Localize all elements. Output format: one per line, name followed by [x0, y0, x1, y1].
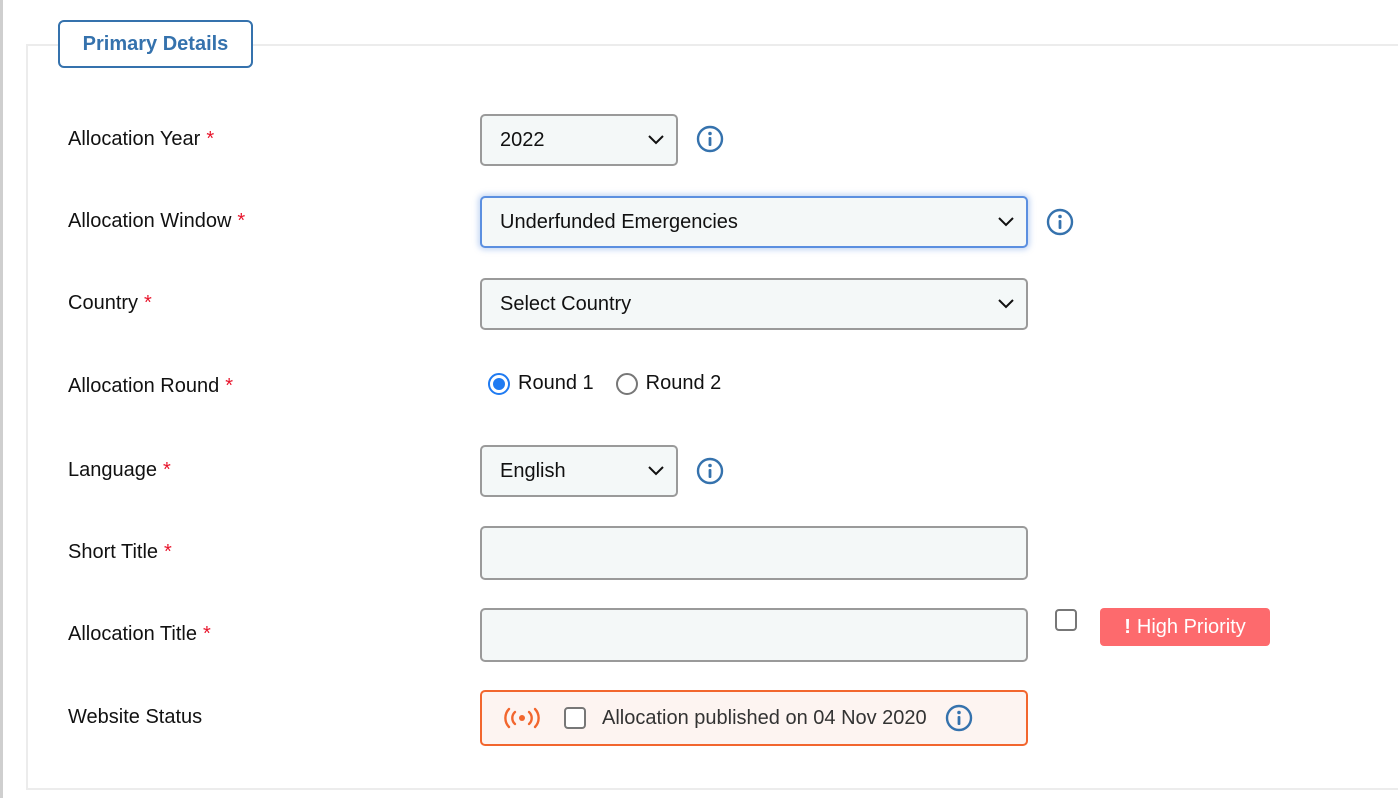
info-icon[interactable]: [696, 457, 724, 485]
info-icon[interactable]: [945, 704, 973, 732]
required-marker: *: [162, 459, 171, 481]
allocation-title-input[interactable]: [480, 608, 1028, 662]
country-label: Country *: [68, 292, 152, 315]
label-text: Allocation Year: [68, 128, 201, 150]
required-marker: *: [206, 128, 215, 150]
chevron-down-icon: [648, 466, 664, 476]
published-checkbox[interactable]: [564, 707, 586, 729]
required-marker: *: [202, 623, 211, 645]
published-text: Allocation published on 04 Nov 2020: [602, 706, 927, 729]
language-label: Language *: [68, 459, 171, 482]
broadcast-icon: [504, 707, 540, 729]
label-text: Allocation Title: [68, 623, 197, 645]
required-marker: *: [144, 292, 152, 314]
chevron-down-icon: [998, 299, 1014, 309]
select-value: Select Country: [500, 292, 632, 315]
short-title-input[interactable]: [480, 526, 1028, 580]
high-priority-checkbox[interactable]: [1055, 609, 1077, 631]
allocation-round-radio-group: Round 1 Round 2: [488, 372, 721, 395]
select-value: English: [500, 459, 566, 482]
high-priority-badge: ! High Priority: [1100, 608, 1270, 646]
allocation-title-label: Allocation Title *: [68, 623, 211, 646]
label-text: Allocation Window: [68, 210, 232, 232]
priority-label: High Priority: [1136, 615, 1246, 638]
info-icon[interactable]: [1046, 208, 1074, 236]
required-marker: *: [225, 375, 234, 397]
label-text: Language: [68, 459, 157, 481]
allocation-round-label: Allocation Round *: [68, 375, 233, 398]
chevron-down-icon: [648, 135, 664, 145]
allocation-year-label: Allocation Year *: [68, 128, 214, 151]
left-border: [0, 0, 3, 798]
language-select[interactable]: English: [480, 445, 678, 497]
section-title: Primary Details: [58, 20, 253, 68]
label-text: Country: [68, 292, 139, 314]
select-value: 2022: [500, 128, 545, 151]
round-2-label[interactable]: Round 2: [646, 372, 722, 395]
primary-details-panel: [26, 44, 1398, 790]
chevron-down-icon: [998, 217, 1014, 227]
round-1-radio[interactable]: [488, 372, 510, 395]
allocation-window-label: Allocation Window *: [68, 210, 245, 233]
select-value: Underfunded Emergencies: [500, 210, 738, 233]
allocation-window-select[interactable]: Underfunded Emergencies: [480, 196, 1028, 248]
short-title-label: Short Title *: [68, 541, 172, 564]
exclamation-icon: !: [1124, 615, 1131, 638]
country-select[interactable]: Select Country: [480, 278, 1028, 330]
label-text: Short Title: [68, 541, 159, 563]
round-2-radio[interactable]: [615, 372, 638, 395]
info-icon[interactable]: [696, 125, 724, 153]
label-text: Allocation Round: [68, 375, 220, 397]
allocation-year-select[interactable]: 2022: [480, 114, 678, 166]
round-1-label[interactable]: Round 1: [518, 372, 594, 395]
required-marker: *: [237, 210, 246, 232]
website-status-label: Website Status: [68, 706, 203, 728]
required-marker: *: [164, 541, 172, 563]
website-status-box: Allocation published on 04 Nov 2020: [480, 690, 1028, 746]
